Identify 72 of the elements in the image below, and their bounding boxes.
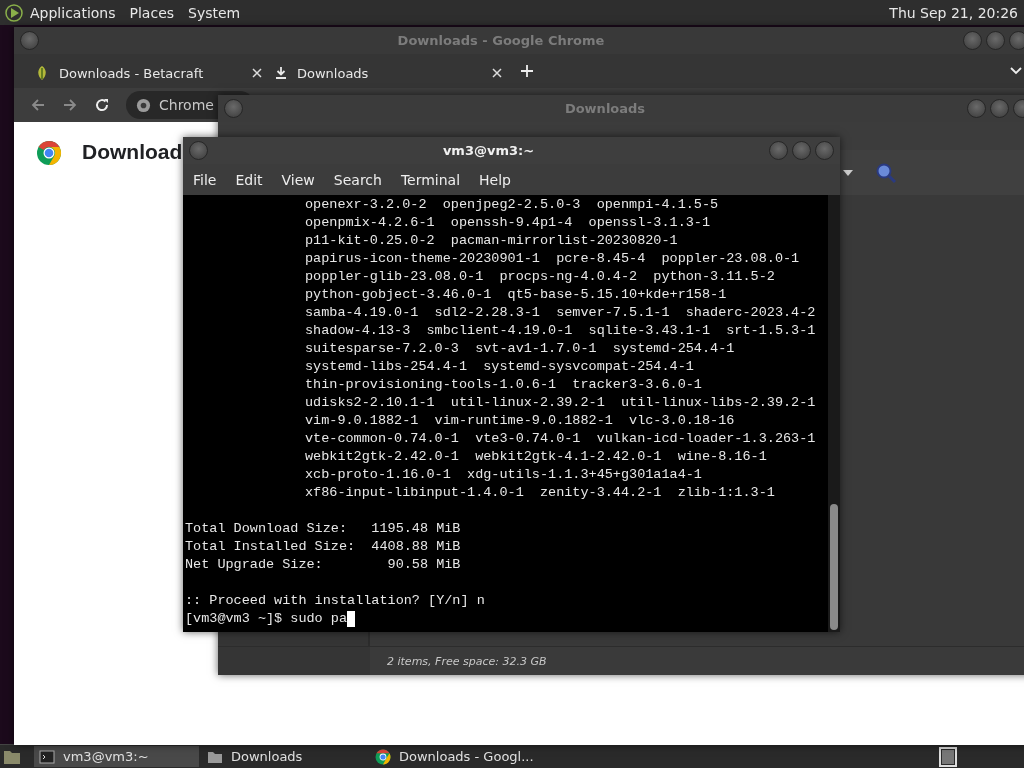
menu-logo-icon[interactable] [4, 2, 24, 23]
new-tab-icon[interactable] [520, 64, 534, 78]
terminal-line: xf86-input-libinput-1.4.0-1 zenity-3.44.2-1 zlib-1:1.3-1 [305, 484, 775, 502]
close-icon[interactable] [252, 68, 262, 78]
browser-logo-icon [36, 140, 62, 166]
window-control-button[interactable] [967, 99, 986, 118]
menu-item[interactable]: View [281, 171, 315, 188]
forward-icon[interactable] [62, 97, 78, 113]
terminal-line: udisks2-2.10.1-1 util-linux-2.39.2-1 util-linux-libs-2.39.2-1 [305, 394, 816, 412]
terminal-line: shadow-4.13-3 smbclient-4.19.0-1 sqlite-3.43.1-1 srt-1.5.3-1 [305, 322, 816, 340]
chevron-down-icon[interactable] [1010, 67, 1022, 75]
terminal-line: vim-9.0.1882-1 vim-runtime-9.0.1882-1 vlc-3.0.18-16 [305, 412, 735, 430]
window-menu-button[interactable] [20, 31, 39, 50]
terminal-line: Total Installed Size: 4408.88 MiB [185, 538, 461, 556]
panel-menu[interactable]: System [188, 4, 241, 21]
window-menu-button[interactable] [189, 141, 208, 160]
text-cursor [347, 611, 356, 627]
window-control-button[interactable] [792, 141, 811, 160]
status-text: 2 items, Free space: 32.3 GB [387, 654, 547, 668]
menu-item[interactable]: Search [333, 171, 382, 188]
terminal-line: :: Proceed with installation? [Y/n] n [185, 592, 485, 610]
menu-item[interactable]: File [193, 171, 217, 188]
browser-tab[interactable]: Downloads [272, 58, 512, 88]
browser-logo-icon [375, 748, 391, 765]
panel-menu[interactable]: Applications [30, 4, 116, 21]
terminal-line: openexr-3.2.0-2 openjpeg2-2.5.0-3 openmpi-4.1.5-5 [305, 196, 719, 214]
window-title: vm3@vm3:~ [441, 143, 536, 158]
download-icon [274, 66, 288, 80]
scrollbar-thumb[interactable] [830, 504, 838, 630]
terminal-line: Net Upgrade Size: 90.58 MiB [185, 556, 461, 574]
menu-item[interactable]: Terminal [400, 171, 461, 188]
terminal-line: p11-kit-0.25.0-2 pacman-mirrorlist-20230820-1 [305, 232, 678, 250]
terminal-line: systemd-libs-254.4-1 systemd-sysvcompat-254.4-1 [305, 358, 694, 376]
terminal-line: Total Download Size: 1195.48 MiB [185, 520, 461, 538]
terminal-line: papirus-icon-theme-20230901-1 pcre-8.45-4 poppler-23.08.0-1 [305, 250, 800, 268]
menu-item[interactable]: Help [479, 171, 511, 188]
browser-logo-icon [136, 97, 151, 113]
window-control-button[interactable] [815, 141, 834, 160]
clock: Thu Sep 21, 20:26 [889, 4, 1018, 21]
window-control-button[interactable] [963, 31, 982, 50]
window-menu-button[interactable] [224, 99, 243, 118]
terminal-line: webkit2gtk-2.42.0-1 webkit2gtk-4.1-2.42.0-1 wine-8.16-1 [305, 448, 767, 466]
window-title: Downloads [563, 101, 647, 116]
reload-icon[interactable] [94, 97, 110, 113]
window-control-button[interactable] [986, 31, 1005, 50]
terminal-line: suitesparse-7.2.0-3 svt-av1-1.7.0-1 systemd-254.4-1 [305, 340, 735, 358]
taskbar-button[interactable]: Downloads [202, 746, 367, 767]
terminal-line: samba-4.19.0-1 sdl2-2.28.3-1 semver-7.5.1-1 shaderc-2023.4-2 [305, 304, 816, 322]
terminal-line: xcb-proto-1.16.0-1 xdg-utils-1.1.3+45+g301a1a4-1 [305, 466, 702, 484]
browser-tab[interactable]: Downloads - Betacraft [32, 58, 272, 88]
terminal-icon [39, 748, 55, 765]
terminal-prompt: [vm3@vm3 ~]$ sudo pa [185, 610, 348, 628]
panel-menu[interactable]: Places [129, 4, 175, 21]
caret-icon[interactable] [843, 169, 853, 176]
terminal-line: vte-common-0.74.0-1 vte3-0.74.0-1 vulkan-icd-loader-1.3.263-1 [305, 430, 816, 448]
search-icon[interactable] [875, 161, 897, 184]
window-control-button[interactable] [769, 141, 788, 160]
back-icon[interactable] [30, 97, 46, 113]
terminal-line: openpmix-4.2.6-1 openssh-9.4p1-4 openssl-3.1.3-1 [305, 214, 711, 232]
workspace-icon[interactable] [938, 746, 958, 767]
window-control-button[interactable] [990, 99, 1009, 118]
close-icon[interactable] [492, 68, 502, 78]
taskbar-button[interactable]: vm3@vm3:~ [34, 746, 199, 767]
terminal-line: poppler-glib-23.08.0-1 procps-ng-4.0.4-2 python-3.11.5-2 [305, 268, 775, 286]
scrollbar[interactable] [828, 195, 840, 632]
terminal-line: python-gobject-3.46.0-1 qt5-base-5.15.10+kde+r158-1 [305, 286, 727, 304]
menu-item[interactable]: Edit [235, 171, 263, 188]
window-control-button[interactable] [1009, 31, 1024, 50]
page-heading: Download [82, 140, 183, 164]
terminal-line: thin-provisioning-tools-1.0.6-1 tracker3-3.6.0-1 [305, 376, 702, 394]
taskbar-button[interactable]: Downloads - Googl... [370, 746, 535, 767]
window-title: Downloads - Google Chrome [396, 33, 606, 48]
